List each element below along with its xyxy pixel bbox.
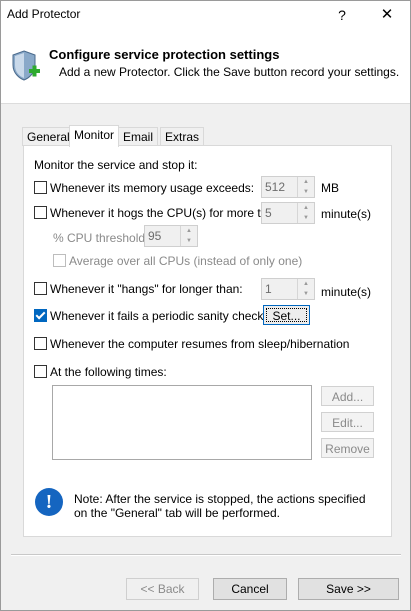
tab-email[interactable]: Email	[118, 127, 159, 146]
times-checkbox[interactable]	[34, 365, 47, 378]
cpu-threshold-value: 95	[148, 229, 162, 243]
window-title: Add Protector	[7, 7, 81, 21]
back-button[interactable]: << Back	[126, 578, 199, 600]
close-button[interactable]: ✕	[364, 1, 410, 29]
info-icon: !	[35, 488, 63, 516]
title-bar: Add Protector ? ✕	[1, 1, 410, 29]
edit-time-button[interactable]: Edit...	[321, 412, 374, 432]
monitor-intro: Monitor the service and stop it:	[34, 158, 198, 172]
sanity-checkbox[interactable]	[34, 309, 47, 322]
memory-checkbox[interactable]	[34, 181, 47, 194]
header-subtitle: Add a new Protector. Click the Save butt…	[59, 65, 400, 79]
hangs-label: Whenever it "hangs" for longer than:	[50, 282, 243, 296]
dialog-window: Add Protector ? ✕ Configure service prot…	[0, 0, 411, 611]
resume-label: Whenever the computer resumes from sleep…	[50, 337, 350, 351]
hangs-value: 1	[265, 282, 272, 296]
note-text: Note: After the service is stopped, the …	[74, 492, 366, 520]
stepper-up-icon[interactable]: ▲	[298, 279, 314, 289]
memory-value: 512	[265, 180, 286, 194]
stepper-up-icon[interactable]: ▲	[298, 203, 314, 213]
cpu-value: 5	[265, 206, 272, 220]
cpu-threshold-stepper[interactable]: 95 ▲ ▼	[144, 225, 198, 247]
cpu-threshold-label: % CPU threshold:	[53, 231, 149, 245]
stepper-up-icon[interactable]: ▲	[298, 177, 314, 187]
average-cpus-label: Average over all CPUs (instead of only o…	[69, 254, 303, 268]
stepper-down-icon[interactable]: ▼	[298, 289, 314, 299]
stepper-down-icon[interactable]: ▼	[298, 187, 314, 197]
average-cpus-checkbox[interactable]	[53, 254, 66, 267]
stepper-down-icon[interactable]: ▼	[298, 213, 314, 223]
set-sanity-button[interactable]: Set...	[263, 305, 310, 325]
resume-checkbox[interactable]	[34, 337, 47, 350]
remove-time-button[interactable]: Remove	[321, 438, 374, 458]
tab-general[interactable]: General	[22, 127, 75, 146]
cpu-stepper[interactable]: 5 ▲ ▼	[261, 202, 315, 224]
save-button[interactable]: Save >>	[298, 578, 399, 600]
tab-monitor[interactable]: Monitor	[69, 125, 120, 147]
hangs-checkbox[interactable]	[34, 282, 47, 295]
memory-label: Whenever its memory usage exceeds:	[50, 181, 255, 195]
cpu-label: Whenever it hogs the CPU(s) for more tha…	[50, 206, 285, 220]
hangs-stepper[interactable]: 1 ▲ ▼	[261, 278, 315, 300]
memory-unit: MB	[321, 181, 339, 195]
stepper-up-icon[interactable]: ▲	[181, 226, 197, 236]
sanity-label: Whenever it fails a periodic sanity chec…	[50, 309, 264, 323]
stepper-down-icon[interactable]: ▼	[181, 236, 197, 246]
help-button[interactable]: ?	[319, 1, 365, 29]
footer-divider	[11, 554, 401, 556]
memory-stepper[interactable]: 512 ▲ ▼	[261, 176, 315, 198]
header-title: Configure service protection settings	[49, 47, 280, 62]
add-time-button[interactable]: Add...	[321, 386, 374, 406]
times-label: At the following times:	[50, 365, 167, 379]
tab-extras[interactable]: Extras	[160, 127, 205, 146]
times-listbox[interactable]	[52, 385, 312, 460]
hangs-unit: minute(s)	[321, 285, 372, 299]
header-banner: Configure service protection settings Ad…	[1, 29, 410, 104]
cpu-checkbox[interactable]	[34, 206, 47, 219]
cancel-button[interactable]: Cancel	[213, 578, 287, 600]
cpu-unit: minute(s)	[321, 207, 372, 221]
shield-plus-icon	[12, 50, 40, 81]
